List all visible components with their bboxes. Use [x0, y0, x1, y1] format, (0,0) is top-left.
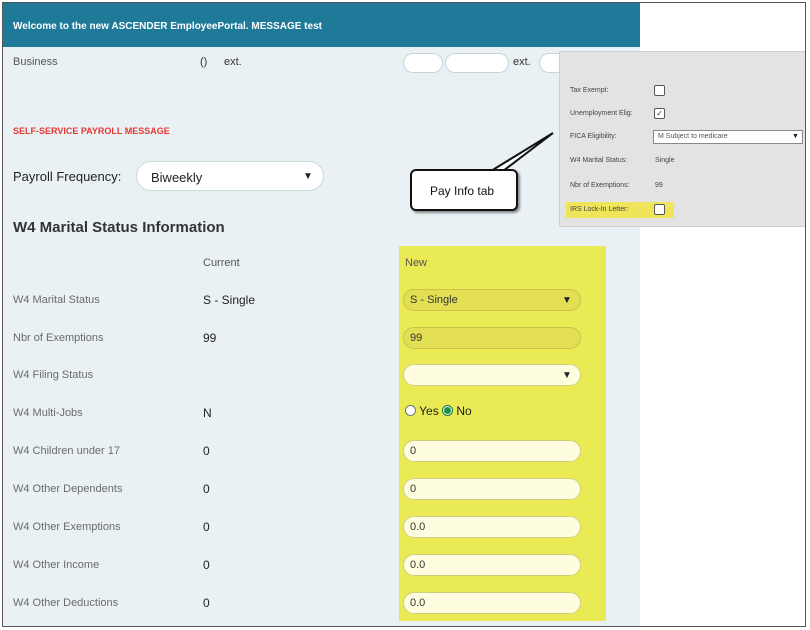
screenshot-frame: Welcome to the new ASCENDER EmployeePort… — [2, 2, 806, 627]
pay-info-callout: Pay Info tab — [410, 169, 518, 211]
callout-pointer — [487, 132, 554, 172]
callout-text: Pay Info tab — [430, 184, 495, 198]
